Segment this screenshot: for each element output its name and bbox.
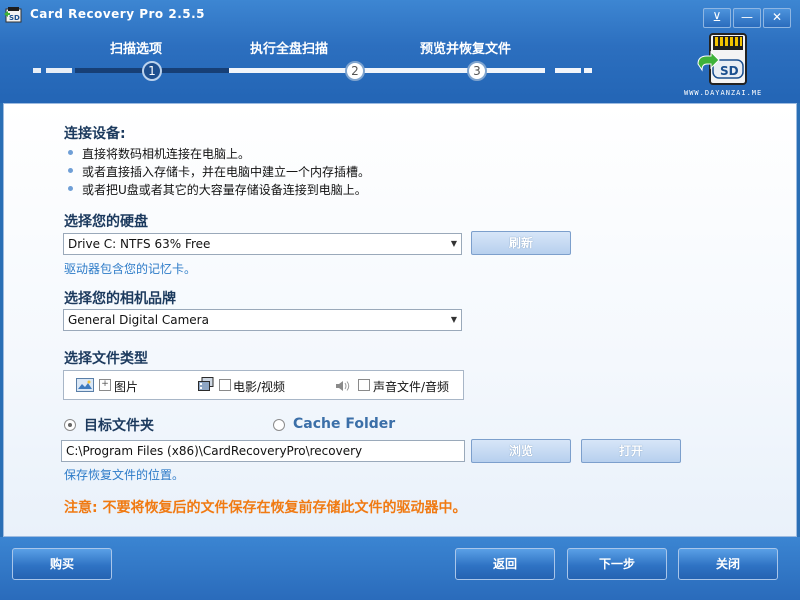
step-2-indicator: 2	[345, 61, 365, 81]
photo-label: 图片	[114, 380, 139, 394]
video-label: 电影/视频	[233, 380, 286, 394]
footer-bar: 购买 返回 下一步 关闭	[0, 537, 800, 600]
title-bar: SD Card Recovery Pro 2.5.5 ⊻ — ✕ 扫描选项 执行…	[0, 0, 800, 103]
camera-select[interactable]: General Digital Camera ▼	[63, 309, 462, 331]
connect-bullet-1: 直接将数码相机连接在电脑上。	[67, 147, 251, 161]
sd-card-text: SD	[720, 64, 739, 78]
menu-button[interactable]: ⊻	[703, 8, 731, 28]
window-title: Card Recovery Pro 2.5.5	[30, 7, 206, 21]
destination-hint: 保存恢复文件的位置。	[64, 468, 185, 482]
drive-hint: 驱动器包含您的记忆卡。	[64, 262, 197, 276]
app-icon: SD	[4, 7, 22, 23]
connect-device-title: 连接设备:	[64, 126, 126, 142]
buy-button[interactable]: 购买	[12, 548, 112, 580]
target-folder-label: 目标文件夹	[84, 418, 154, 434]
next-button[interactable]: 下一步	[567, 548, 667, 580]
select-filetype-title: 选择文件类型	[64, 351, 148, 367]
step-3-label: 预览并恢复文件	[420, 42, 512, 57]
back-button[interactable]: 返回	[455, 548, 555, 580]
close-button[interactable]: 关闭	[678, 548, 778, 580]
options-panel: 连接设备: 直接将数码相机连接在电脑上。 或者直接插入存储卡，并在电脑中建立一个…	[3, 103, 797, 537]
camera-select-value: General Digital Camera	[68, 313, 209, 327]
sd-card-logo	[697, 33, 747, 85]
video-checkbox[interactable]	[219, 379, 231, 391]
picture-icon	[76, 378, 94, 392]
logo-caption: WWW.DAYANZAI.ME	[684, 89, 763, 97]
minimize-button[interactable]: —	[733, 8, 761, 28]
expand-photo-icon[interactable]: +	[99, 379, 111, 391]
browse-button[interactable]: 浏览	[471, 439, 571, 463]
warning-text: 注意: 不要将恢复后的文件保存在恢复前存储此文件的驱动器中。	[64, 500, 467, 516]
target-folder-radio[interactable]	[64, 419, 76, 431]
open-button[interactable]: 打开	[581, 439, 681, 463]
connect-bullet-3: 或者把U盘或者其它的大容量存储设备连接到电脑上。	[68, 183, 367, 197]
svg-text:SD: SD	[9, 14, 20, 22]
step-1-label: 扫描选项	[110, 42, 163, 57]
speaker-icon	[336, 381, 350, 391]
cache-folder-label: Cache Folder	[293, 416, 396, 432]
audio-checkbox[interactable]	[358, 379, 370, 391]
progress-track-dash	[33, 68, 41, 73]
step-3-indicator: 3	[467, 61, 487, 81]
window-close-button[interactable]: ✕	[763, 8, 791, 28]
refresh-button[interactable]: 刷新	[471, 231, 571, 255]
dropdown-arrow-icon: ▼	[450, 315, 457, 324]
progress-track-dash	[584, 68, 592, 73]
progress-track-dash	[555, 68, 581, 73]
progress-track-dash	[46, 68, 72, 73]
video-icon	[198, 377, 214, 391]
dropdown-arrow-icon: ▼	[450, 239, 457, 248]
select-drive-title: 选择您的硬盘	[64, 214, 148, 230]
step-2-label: 执行全盘扫描	[250, 42, 329, 57]
drive-select-value: Drive C: NTFS 63% Free	[68, 237, 211, 251]
audio-label: 声音文件/音频	[373, 380, 450, 394]
drive-select[interactable]: Drive C: NTFS 63% Free ▼	[63, 233, 462, 255]
cache-folder-radio[interactable]	[273, 419, 285, 431]
connect-bullet-2: 或者直接插入存储卡，并在电脑中建立一个内存插槽。	[67, 165, 371, 179]
filetype-group: + 图片 电影/视频 声音文件/音频	[63, 370, 464, 400]
progress-track-remaining	[229, 68, 545, 73]
destination-path-input[interactable]: C:\Program Files (x86)\CardRecoveryPro\r…	[61, 440, 465, 462]
step-1-indicator: 1	[142, 61, 162, 81]
select-camera-title: 选择您的相机品牌	[64, 291, 176, 307]
